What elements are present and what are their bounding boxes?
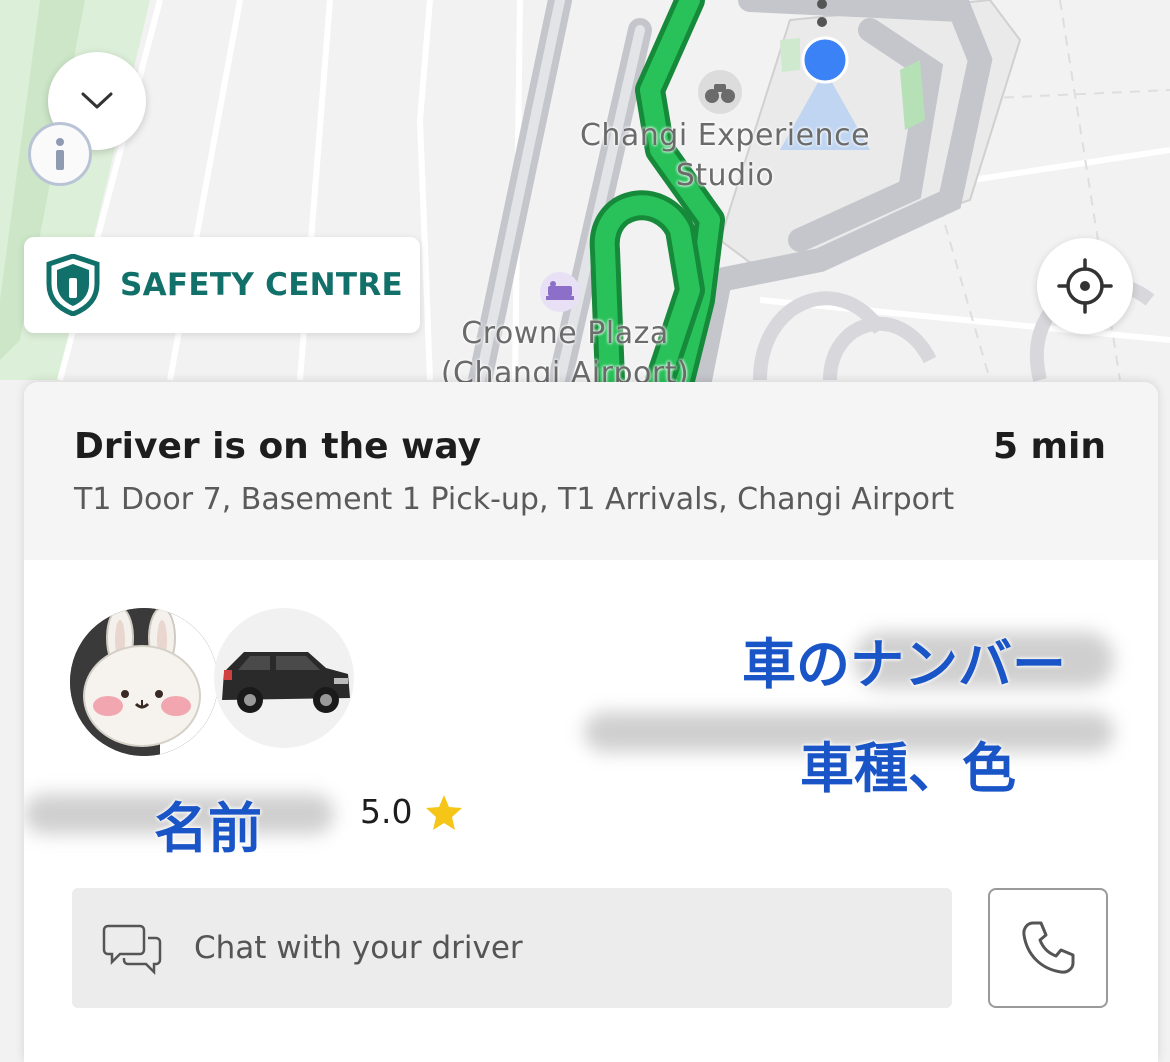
shield-icon [46,254,100,316]
chat-placeholder: Chat with your driver [194,930,523,966]
trip-status-title: Driver is on the way [74,426,482,467]
plate-number-annotation: 車のナンバー [742,633,1066,696]
phone-icon [1022,921,1075,974]
star-icon [426,794,463,830]
chat-with-driver-input[interactable]: Chat with your driver [72,888,952,1008]
pickup-location: T1 Door 7, Basement 1 Pick-up, T1 Arriva… [74,482,955,517]
safety-centre-label: SAFETY CENTRE [120,267,404,303]
chevron-down-icon [81,92,113,109]
poi-label-line1: Changi Experience [579,118,871,153]
eta-value: 5 min [992,426,1106,467]
driver-name-annotation: 名前 [154,797,262,860]
car-icon [222,652,350,713]
driver-avatar[interactable] [70,608,218,756]
safety-centre-button[interactable]: SAFETY CENTRE [24,237,420,333]
trip-status-sheet: Driver is on the way 5 min T1 Door 7, Ba… [24,382,1158,1062]
chat-bubbles-icon [102,924,162,976]
poi-changi-experience-studio[interactable]: Changi Experience Studio [560,116,890,196]
info-button[interactable] [28,122,92,186]
recenter-location-button[interactable] [1037,238,1133,334]
vehicle-model-annotation: 車種、色 [800,737,1016,800]
vehicle-image [214,608,354,748]
info-icon [56,138,64,170]
crosshair-icon [1057,258,1113,314]
rating-value: 5.0 [360,792,413,831]
driver-rating: 5.0 [360,792,464,831]
trip-status-header: Driver is on the way 5 min T1 Door 7, Ba… [24,382,1158,560]
poi-crowne-plaza[interactable]: Crowne Plaza (Changi Airport) [420,314,710,382]
poi-label-line2: Studio [675,158,775,193]
poi-label-line1: Crowne Plaza [461,316,669,351]
poi-label-line2: (Changi Airport) [440,356,690,382]
bunny-avatar-image [70,608,218,756]
call-driver-button[interactable] [988,888,1108,1008]
